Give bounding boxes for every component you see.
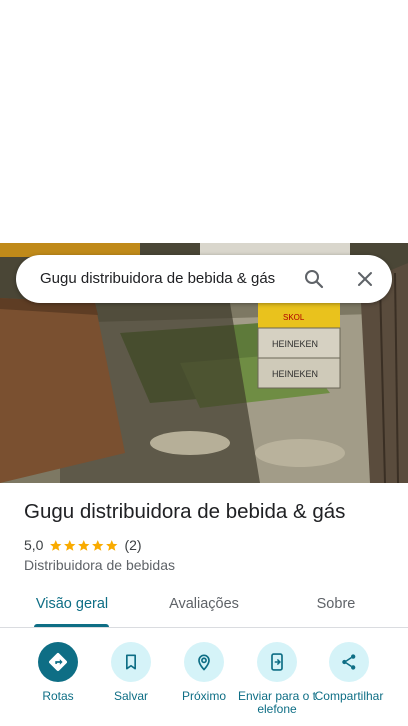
directions-label: Rotas	[42, 689, 74, 703]
review-count[interactable]: (2)	[124, 537, 141, 553]
send-to-phone-button[interactable]: Enviar para o telefone	[237, 642, 317, 716]
crate-brand-text: HEINEKEN	[272, 339, 318, 349]
directions-button[interactable]: Rotas	[18, 642, 98, 703]
nearby-label: Próximo	[181, 689, 226, 703]
rating-value: 5,0	[24, 537, 44, 553]
share-label: Compartilhar	[314, 689, 384, 703]
tab-bar: Visão geral Avaliações Sobre	[0, 588, 408, 628]
send-to-phone-icon[interactable]	[257, 642, 297, 682]
map-blank-area	[0, 0, 408, 243]
bookmark-icon[interactable]	[111, 642, 151, 682]
search-icon[interactable]	[302, 267, 326, 291]
star-icon	[50, 539, 62, 551]
rating-stars	[49, 539, 118, 552]
close-icon[interactable]	[353, 267, 377, 291]
share-icon[interactable]	[329, 642, 369, 682]
star-icon	[91, 539, 104, 551]
tab-overview[interactable]: Visão geral	[26, 588, 118, 624]
search-bar[interactable]: Gugu distribuidora de bebida & gás	[16, 255, 392, 303]
crate-brand-text-2: HEINEKEN	[272, 369, 318, 379]
tab-reviews[interactable]: Avaliações	[158, 588, 250, 624]
save-button[interactable]: Salvar	[91, 642, 171, 703]
crate-top-text: SKOL	[283, 313, 305, 322]
star-icon	[78, 539, 90, 551]
save-label: Salvar	[113, 689, 148, 703]
star-icon	[105, 539, 118, 551]
search-input[interactable]: Gugu distribuidora de bebida & gás	[40, 255, 292, 303]
directions-icon[interactable]	[38, 642, 78, 682]
tab-about[interactable]: Sobre	[294, 588, 378, 624]
active-tab-indicator	[34, 624, 109, 627]
send-to-phone-label: Enviar para o telefone	[237, 689, 317, 716]
rating-row[interactable]: 5,0 (2)	[24, 536, 142, 554]
nearby-button[interactable]: Próximo	[164, 642, 244, 703]
place-title: Gugu distribuidora de bebida & gás	[24, 500, 346, 523]
place-category: Distribuidora de bebidas	[24, 557, 175, 573]
nearby-icon[interactable]	[184, 642, 224, 682]
star-icon	[64, 539, 76, 551]
share-button[interactable]: Compartilhar	[309, 642, 389, 703]
